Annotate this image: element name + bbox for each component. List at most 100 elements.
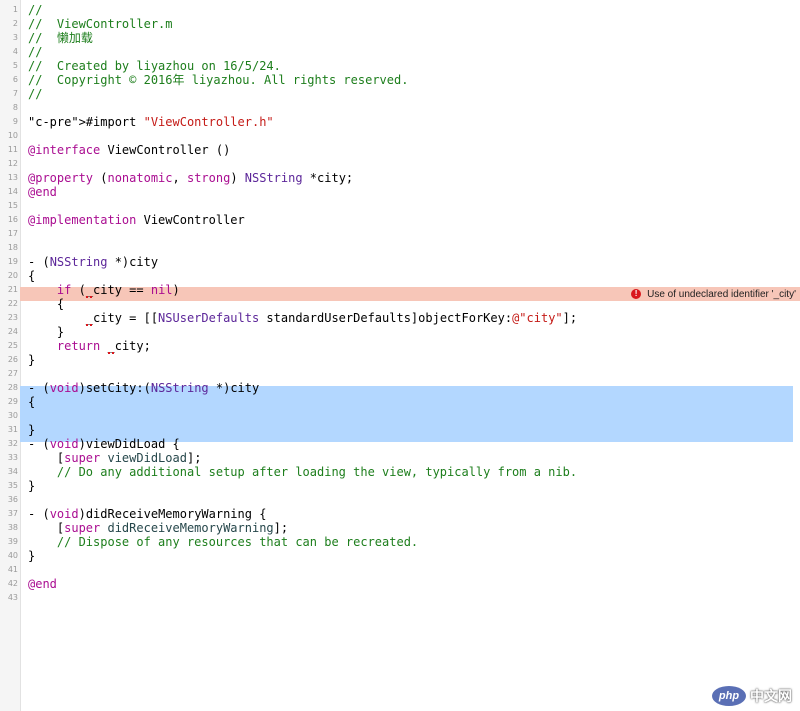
- code-line[interactable]: 10: [0, 129, 800, 143]
- code-text[interactable]: {: [28, 297, 64, 311]
- code-text[interactable]: - (void)viewDidLoad {: [28, 437, 180, 451]
- line-number: 18: [7, 243, 18, 252]
- line-number: 37: [7, 509, 18, 518]
- code-line[interactable]: 23 _city = [[NSUserDefaults standardUser…: [0, 311, 800, 325]
- code-line[interactable]: 17: [0, 227, 800, 241]
- code-line[interactable]: 11 @interface ViewController (): [0, 143, 800, 157]
- code-text[interactable]: //: [28, 3, 42, 17]
- code-line[interactable]: 8: [0, 101, 800, 115]
- code-line[interactable]: 43: [0, 591, 800, 605]
- line-number: 43: [7, 593, 18, 602]
- code-line[interactable]: 24 }: [0, 325, 800, 339]
- code-text[interactable]: }: [28, 549, 35, 563]
- code-text[interactable]: - (void)didReceiveMemoryWarning {: [28, 507, 266, 521]
- line-number: 21: [7, 285, 18, 294]
- error-annotation[interactable]: ! Use of undeclared identifier '_city': [631, 287, 796, 301]
- line-number: 30: [7, 411, 18, 420]
- code-text[interactable]: }: [28, 479, 35, 493]
- code-line[interactable]: 13 @property (nonatomic, strong) NSString…: [0, 171, 800, 185]
- code-text[interactable]: [super didReceiveMemoryWarning];: [28, 521, 288, 535]
- code-line[interactable]: 15: [0, 199, 800, 213]
- code-text[interactable]: //: [28, 87, 42, 101]
- line-number: 35: [7, 481, 18, 490]
- code-line[interactable]: 26}: [0, 353, 800, 367]
- code-text[interactable]: @interface ViewController (): [28, 143, 230, 157]
- code-line[interactable]: 34 // Do any additional setup after load…: [0, 465, 800, 479]
- code-text[interactable]: {: [28, 269, 35, 283]
- line-number: 42: [7, 579, 18, 588]
- code-line[interactable]: 7 //: [0, 87, 800, 101]
- code-text[interactable]: [super viewDidLoad];: [28, 451, 202, 465]
- code-line[interactable]: 38 [super didReceiveMemoryWarning];: [0, 521, 800, 535]
- code-line[interactable]: 42 @end: [0, 577, 800, 591]
- code-line[interactable]: 32 - (void)viewDidLoad {: [0, 437, 800, 451]
- code-text[interactable]: @property (nonatomic, strong) NSString *…: [28, 171, 353, 185]
- error-message: Use of undeclared identifier '_city': [647, 288, 796, 300]
- line-number: 26: [7, 355, 18, 364]
- code-line[interactable]: 18: [0, 241, 800, 255]
- line-number: 29: [7, 397, 18, 406]
- code-text[interactable]: - (NSString *)city: [28, 255, 158, 269]
- code-text[interactable]: //: [28, 45, 42, 59]
- code-line[interactable]: 33 [super viewDidLoad];: [0, 451, 800, 465]
- code-line[interactable]: 3 // 懒加载: [0, 31, 800, 45]
- code-text[interactable]: @end: [28, 185, 57, 199]
- code-line[interactable]: 25 return _city;: [0, 339, 800, 353]
- code-text[interactable]: // Do any additional setup after loading…: [28, 465, 577, 479]
- line-number: 36: [7, 495, 18, 504]
- code-line[interactable]: 28 - (void)setCity:(NSString *)city: [0, 381, 800, 395]
- code-text[interactable]: }: [28, 353, 35, 367]
- code-line[interactable]: 12: [0, 157, 800, 171]
- line-number: 38: [7, 523, 18, 532]
- code-editor[interactable]: 1 // 2 // ViewController.m 3 // 懒加载 4 // 5 // Cre…: [0, 0, 800, 711]
- code-line[interactable]: 5 // Created by liyazhou on 16/5/24.: [0, 59, 800, 73]
- code-text[interactable]: _city = [[NSUserDefaults standardUserDef…: [28, 311, 577, 325]
- code-line[interactable]: 29 {: [0, 395, 800, 409]
- line-number: 9: [12, 117, 18, 126]
- code-line[interactable]: 31}: [0, 423, 800, 437]
- code-text[interactable]: // Dispose of any resources that can be …: [28, 535, 418, 549]
- code-text[interactable]: // ViewController.m: [28, 17, 173, 31]
- code-text[interactable]: // Copyright © 2016年 liyazhou. All right…: [28, 73, 408, 87]
- code-text[interactable]: @implementation ViewController: [28, 213, 245, 227]
- code-line[interactable]: 4 //: [0, 45, 800, 59]
- code-line[interactable]: 37 - (void)didReceiveMemoryWarning {: [0, 507, 800, 521]
- code-text[interactable]: @end: [28, 577, 57, 591]
- code-line[interactable]: 16 @implementation ViewController: [0, 213, 800, 227]
- code-line[interactable]: 2 // ViewController.m: [0, 17, 800, 31]
- code-line[interactable]: 14 @end: [0, 185, 800, 199]
- code-text[interactable]: }: [28, 325, 64, 339]
- code-text[interactable]: {: [28, 395, 35, 409]
- code-text[interactable]: "c-pre">#import "ViewController.h": [28, 115, 274, 129]
- code-line[interactable]: 6 // Copyright © 2016年 liyazhou. All righ…: [0, 73, 800, 87]
- line-number: 39: [7, 537, 18, 546]
- code-text[interactable]: // Created by liyazhou on 16/5/24.: [28, 59, 281, 73]
- line-number: 14: [7, 187, 18, 196]
- code-text[interactable]: return _city;: [28, 339, 151, 353]
- code-line[interactable]: 40}: [0, 549, 800, 563]
- code-line[interactable]: 35}: [0, 479, 800, 493]
- code-line[interactable]: 19 - (NSString *)city: [0, 255, 800, 269]
- code-text[interactable]: // 懒加载: [28, 31, 93, 45]
- code-line[interactable]: 39 // Dispose of any resources that can …: [0, 535, 800, 549]
- code-text[interactable]: if (_city == nil): [28, 283, 180, 297]
- line-number: 24: [7, 327, 18, 336]
- line-number: 15: [7, 201, 18, 210]
- code-line[interactable]: 41: [0, 563, 800, 577]
- code-line[interactable]: 9 "c-pre">#import "ViewController.h": [0, 115, 800, 129]
- code-line[interactable]: 27: [0, 367, 800, 381]
- line-number: 40: [7, 551, 18, 560]
- code-line[interactable]: 1 //: [0, 3, 800, 17]
- code-text[interactable]: }: [28, 423, 35, 437]
- line-number: 28: [7, 383, 18, 392]
- line-number: 41: [7, 565, 18, 574]
- line-number: 5: [12, 61, 18, 70]
- code-line[interactable]: 30: [0, 409, 800, 423]
- line-number: 8: [12, 103, 18, 112]
- line-number: 13: [7, 173, 18, 182]
- code-line[interactable]: 20 {: [0, 269, 800, 283]
- code-text[interactable]: - (void)setCity:(NSString *)city: [28, 381, 259, 395]
- code-line[interactable]: 36: [0, 493, 800, 507]
- line-number: 16: [7, 215, 18, 224]
- line-number: 3: [12, 33, 18, 42]
